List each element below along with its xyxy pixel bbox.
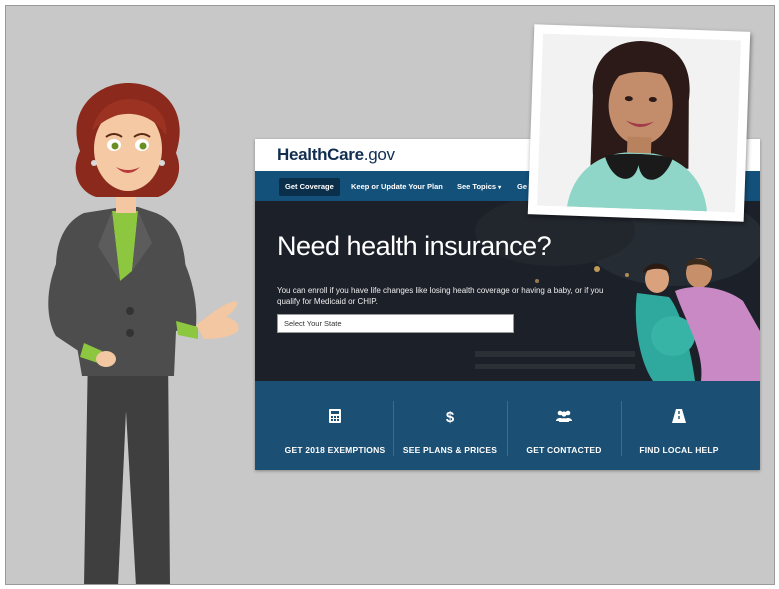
state-select[interactable]: Select Your State [277,314,514,333]
photo-image [537,33,741,213]
hero-banner: Need health insurance? You can enroll if… [255,201,760,381]
cta-get-contacted[interactable]: GET CONTACTED [507,381,621,470]
presenter-photo [527,24,751,222]
cta-find-local-help[interactable]: FIND LOCAL HELP [621,381,737,470]
woman-portrait-image [537,33,741,213]
healthcare-logo[interactable]: HealthCare.gov [277,145,395,165]
calculator-icon [277,409,393,427]
dollar-icon: $ [445,409,455,426]
logo-care-text: Care [327,145,364,164]
logo-gov-text: .gov [363,145,395,164]
cta-see-plans-prices[interactable]: $ SEE PLANS & PRICES [393,381,507,470]
nav-keep-update-plan[interactable]: Keep or Update Your Plan [345,178,449,196]
cta-get-contacted-label: GET CONTACTED [526,445,602,455]
chevron-down-icon: ▾ [498,185,502,191]
hero-title: Need health insurance? [277,231,552,261]
logo-health-text: Health [277,145,328,164]
cta-find-local-help-label: FIND LOCAL HELP [639,445,719,455]
road-icon [621,409,737,427]
nav-see-topics[interactable]: See Topics ▾ [451,178,507,196]
stage: HealthCare.gov Get Coverage Keep or Upda… [0,0,779,589]
cta-get-exemptions[interactable]: GET 2018 EXEMPTIONS [277,381,393,470]
nav-see-topics-label: See Topics [457,182,497,191]
nav-get-coverage[interactable]: Get Coverage [279,178,340,196]
presenter-character [48,83,239,584]
presenter-right-hand [196,301,239,339]
presenter-legs [84,351,170,584]
people-icon [507,409,621,427]
hero-subtitle: You can enroll if you have life changes … [277,286,604,306]
cta-get-exemptions-label: GET 2018 EXEMPTIONS [284,445,386,455]
cta-see-plans-prices-label: SEE PLANS & PRICES [402,445,498,455]
slide: HealthCare.gov Get Coverage Keep or Upda… [5,5,775,585]
cta-bar: GET 2018 EXEMPTIONS $ SEE PLANS & PRICES… [255,381,760,470]
